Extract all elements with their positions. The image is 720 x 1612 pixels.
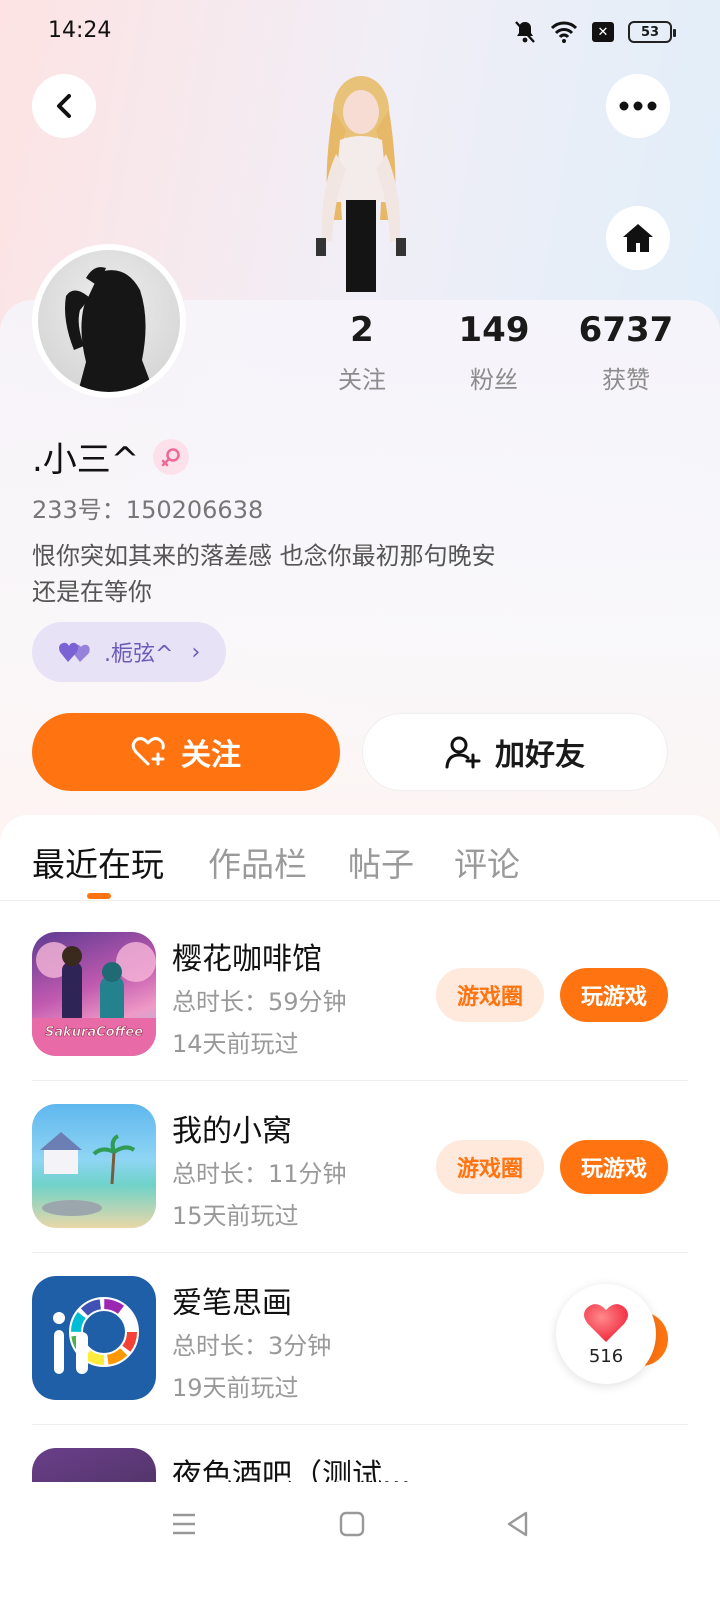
bio-line: 恨你突如其来的落差感 也念你最初那句晚安 [32,542,496,570]
home-icon [623,224,653,252]
mute-icon [515,21,535,43]
game-title: 爱笔思画 [172,1286,292,1321]
stat-likes[interactable]: 6737 获赞 [556,310,696,395]
row-divider [32,1252,688,1253]
game-circle-button[interactable]: 游戏圈 [436,1140,544,1194]
stat-likes-value: 6737 [578,310,674,350]
menu-icon[interactable] [170,1510,198,1538]
game-circle-button[interactable]: 游戏圈 [436,968,544,1022]
play-game-button[interactable]: 玩游戏 [560,968,668,1022]
tab-comments[interactable]: 评论 [454,838,520,886]
tab-works[interactable]: 作品栏 [208,838,307,886]
chevron-right-icon: › [191,639,201,665]
double-heart-icon [59,642,90,662]
cp-relation-tag[interactable]: .栀弦^ › [32,622,226,682]
game-last-played: 15天前玩过 [172,1202,299,1230]
game-last-played: 19天前玩过 [172,1374,299,1402]
status-bar: 14:24 ✕ 53 [0,0,720,64]
tab-active-indicator [87,893,111,899]
follow-button[interactable]: 关注 [32,713,340,791]
stat-following-label: 关注 [338,366,386,394]
system-nav-bar [0,1482,720,1612]
battery-level: 53 [640,24,660,40]
avatar[interactable] [32,244,186,398]
status-time: 14:24 [48,18,112,43]
row-divider [32,1080,688,1081]
battery-icon: 53 [628,21,676,43]
character-avatar-image [316,76,406,292]
game-duration: 总时长：3分钟 [172,1332,332,1360]
username: .小三^ [32,440,140,480]
like-count: 516 [588,1345,624,1367]
silhouette-image [65,267,154,392]
add-user-icon [445,736,481,769]
row-divider [32,1424,688,1425]
cp-name: .栀弦^ [104,642,174,667]
add-friend-button[interactable]: 加好友 [362,713,668,791]
game-icon-sakura-coffee: SakuraCoffee [32,932,156,1056]
more-button[interactable] [606,74,670,138]
status-icons: ✕ 53 [514,20,676,44]
stat-followers-value: 149 [458,310,530,350]
game-icon-night-bar [32,1448,156,1482]
game-icon-text: iP [40,1386,49,1397]
like-floating-button[interactable]: 516 [556,1284,656,1384]
game-title: 我的小窝 [172,1114,292,1149]
game-title: 樱花咖啡馆 [172,942,322,977]
game-last-played: 14天前玩过 [172,1030,299,1058]
follow-label: 关注 [181,738,241,773]
heart-icon [584,1303,628,1342]
game-duration: 总时长：59分钟 [172,988,347,1016]
x-notification-icon: ✕ [592,22,614,42]
stat-following-value: 2 [350,310,374,350]
stat-likes-label: 获赞 [602,366,650,394]
add-friend-label: 加好友 [495,738,585,773]
game-icon-my-nest [32,1104,156,1228]
more-dots-icon [619,101,657,111]
stat-following[interactable]: 2 关注 [292,310,432,395]
home-nav-icon[interactable] [338,1510,366,1538]
stat-followers[interactable]: 149 粉丝 [424,310,564,395]
bio-line: 还是在等你 [32,578,152,606]
game-icon-ibis-paint: iP [32,1276,156,1400]
tab-posts[interactable]: 帖子 [348,838,414,886]
wifi-icon [550,21,578,43]
back-nav-icon[interactable] [504,1510,532,1538]
home-button[interactable] [606,206,670,270]
stat-followers-label: 粉丝 [470,366,518,394]
game-list-item[interactable]: 夜色酒吧（测试... [0,1448,720,1482]
game-list-item[interactable]: 我的小窝 总时长：11分钟 15天前玩过 游戏圈 玩游戏 [0,1104,720,1276]
play-game-button[interactable]: 玩游戏 [560,1140,668,1194]
username-row: .小三^ [32,432,190,481]
game-list-item[interactable]: SakuraCoffee 樱花咖啡馆 总时长：59分钟 14天前玩过 游戏圈 玩… [0,932,720,1104]
tab-divider [0,900,720,901]
bio: 恨你突如其来的落差感 也念你最初那句晚安 还是在等你 [32,538,496,610]
avatar-image [38,250,180,392]
game-title: 夜色酒吧（测试... [172,1458,411,1482]
user-id: 233号：150206638 [32,496,264,524]
heart-plus-icon [131,737,165,766]
back-arrow-icon [57,94,71,118]
game-duration: 总时长：11分钟 [172,1160,347,1188]
tab-recently-played[interactable]: 最近在玩 [32,838,164,886]
back-button[interactable] [32,74,96,138]
game-icon-text: SakuraCoffee [45,1025,143,1040]
female-gender-icon [153,438,190,475]
